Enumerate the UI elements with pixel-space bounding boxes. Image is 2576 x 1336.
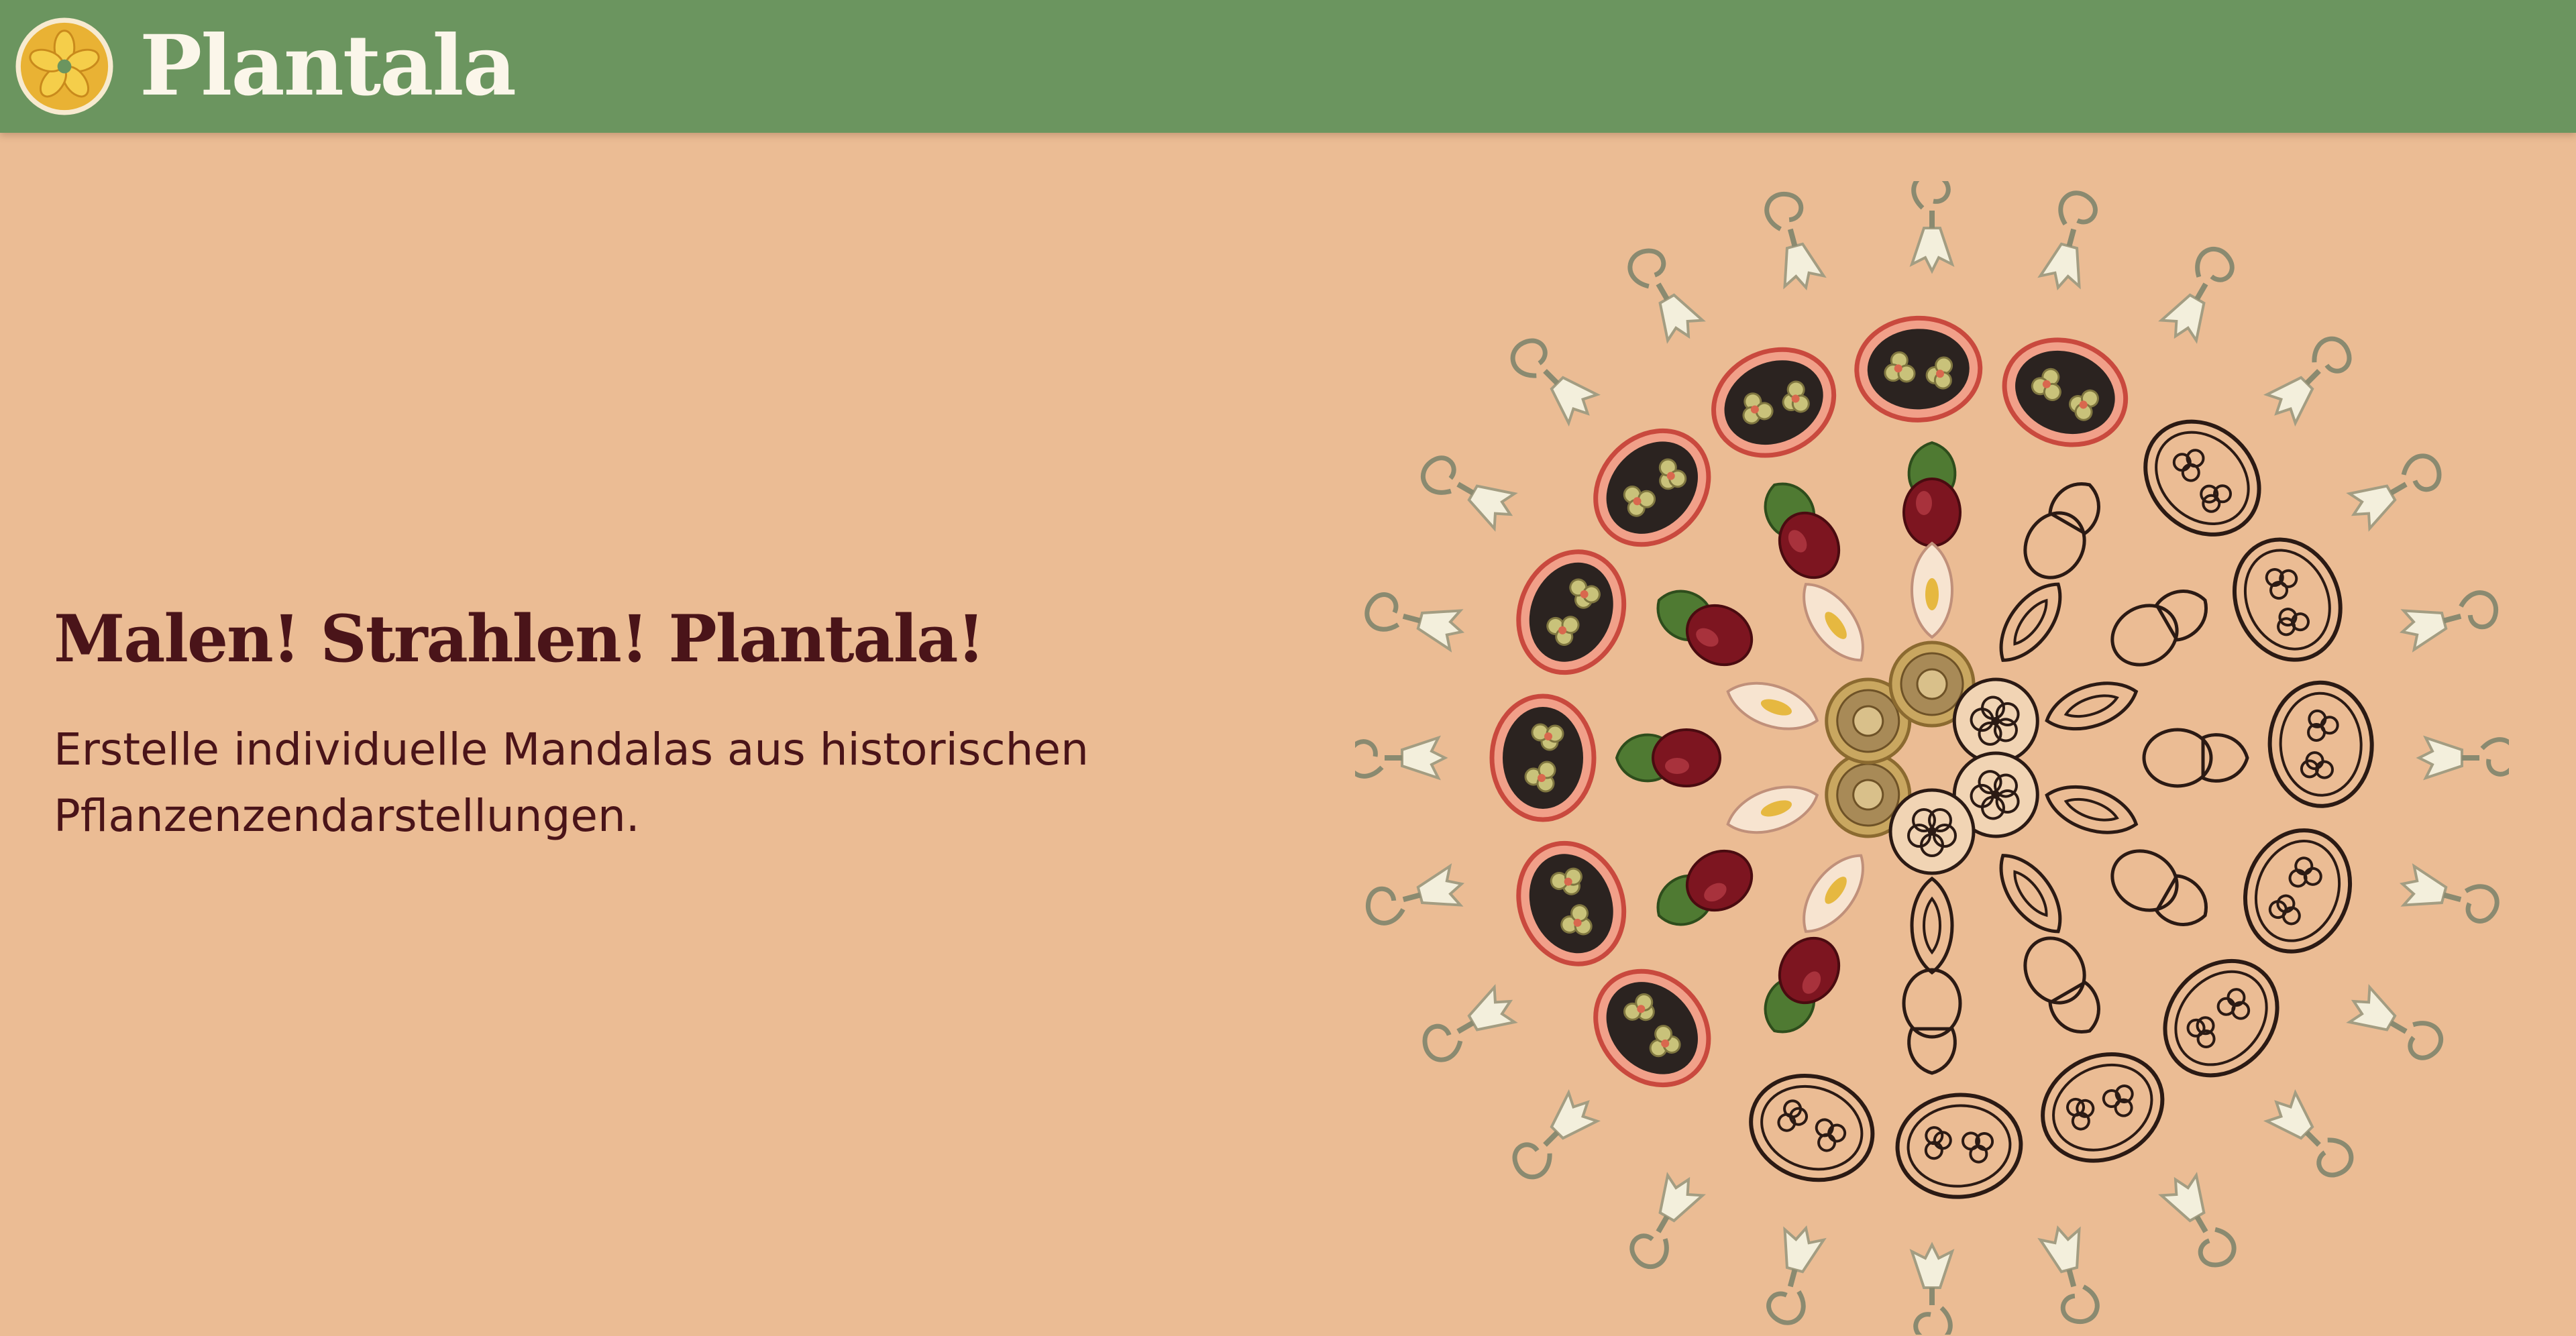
hero-description-line-1: Erstelle individuelle Mandalas aus histo… (54, 723, 1089, 775)
top-bar: Plantala (0, 0, 2576, 133)
hero-section: Malen! Strahlen! Plantala! Erstelle indi… (54, 604, 1328, 849)
flower-icon (15, 17, 113, 115)
acorn-ring (1615, 441, 2247, 1073)
home-link[interactable]: Plantala (15, 17, 517, 116)
hero-description-line-2: Pflanzenzendarstellungen. (54, 789, 640, 842)
hero-headline: Malen! Strahlen! Plantala! (54, 601, 985, 677)
mandala-illustration (1355, 181, 2509, 1335)
leaf-ring (1720, 542, 2142, 972)
brand-name: Plantala (140, 17, 517, 115)
hero-description: Erstelle individuelle Mandalas aus histo… (54, 716, 1261, 849)
core-ring (1811, 643, 2053, 873)
